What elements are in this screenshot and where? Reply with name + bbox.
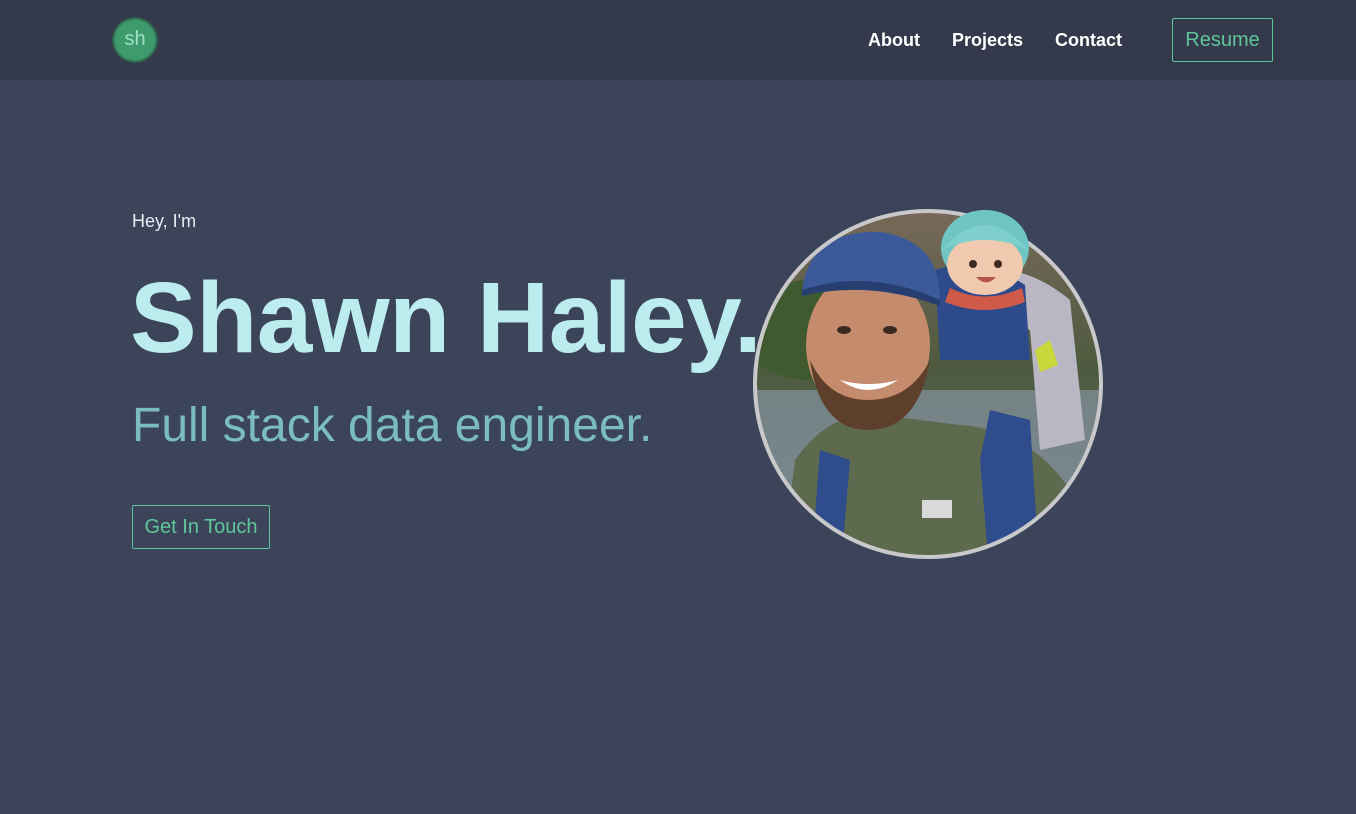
- profile-photo: [753, 209, 1103, 559]
- navbar: sh About Projects Contact Resume: [0, 0, 1356, 80]
- hero-tagline: Full stack data engineer.: [132, 399, 653, 452]
- logo-text: sh: [124, 28, 146, 50]
- nav-links: About Projects Contact: [868, 30, 1154, 50]
- hero-intro: Hey, I'm: [132, 211, 197, 231]
- hero-name: Shawn Haley.: [130, 262, 762, 374]
- logo-button[interactable]: sh: [113, 18, 157, 62]
- nav-link-projects[interactable]: Projects: [952, 30, 1023, 50]
- nav-link-contact[interactable]: Contact: [1055, 30, 1122, 50]
- nav-link-about[interactable]: About: [868, 30, 920, 50]
- resume-button[interactable]: Resume: [1172, 18, 1273, 62]
- get-in-touch-button[interactable]: Get In Touch: [132, 505, 270, 549]
